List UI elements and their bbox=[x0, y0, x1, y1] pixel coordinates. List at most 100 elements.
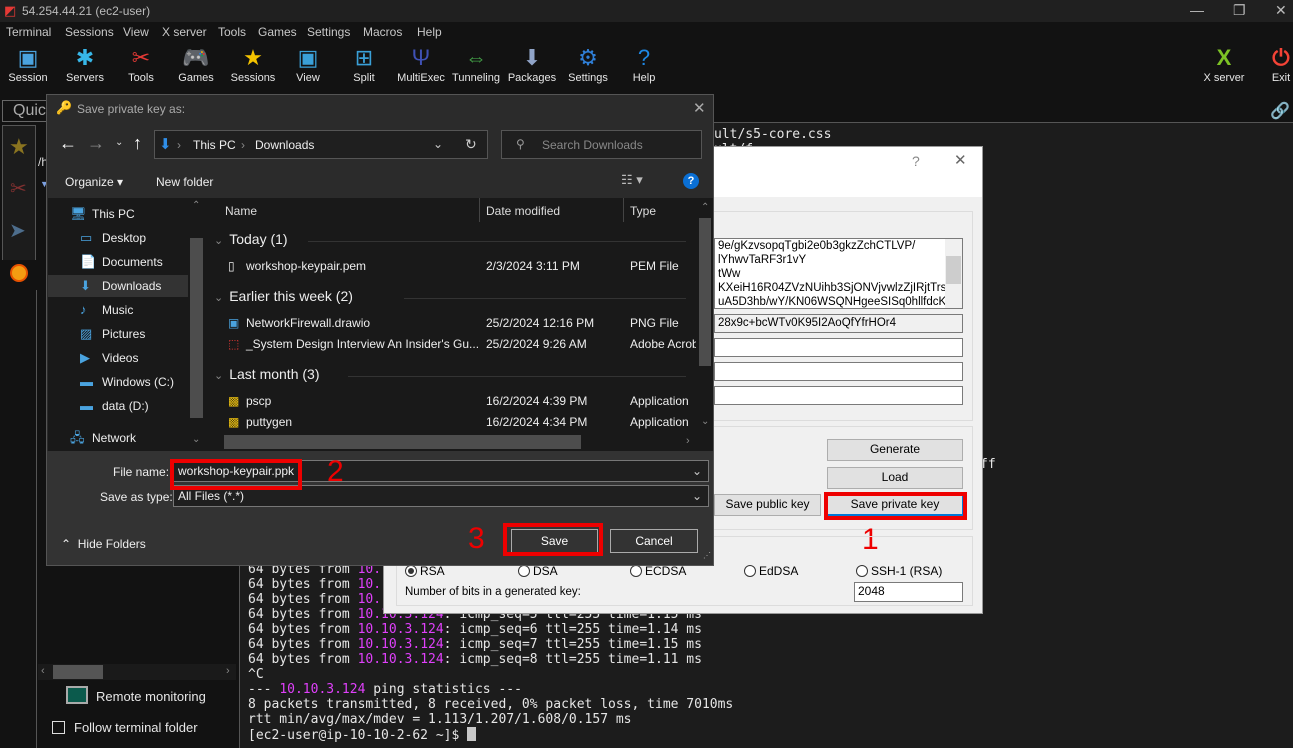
nav-item-downloads[interactable]: ⬇ Downloads bbox=[48, 275, 188, 297]
load-button[interactable]: Load bbox=[827, 467, 963, 489]
forward-button[interactable]: → bbox=[87, 133, 105, 154]
bits-input[interactable]: 2048 bbox=[854, 582, 963, 602]
group-header[interactable]: ⌄ Last month (3) bbox=[214, 366, 319, 382]
key-type-radio-ssh-1-rsa-[interactable]: SSH-1 (RSA) bbox=[856, 564, 942, 578]
resize-grip[interactable]: ⋰ bbox=[703, 551, 711, 560]
horizontal-scrollbar[interactable]: ‹ › bbox=[38, 664, 236, 680]
key-type-radio-eddsa[interactable]: EdDSA bbox=[744, 564, 798, 578]
key-comment-input[interactable] bbox=[714, 338, 963, 357]
recent-locations-button[interactable]: ⌄ bbox=[115, 137, 123, 148]
key-type-radio-ecdsa[interactable]: ECDSA bbox=[630, 564, 686, 578]
menu-terminal[interactable]: Terminal bbox=[6, 25, 51, 39]
toolbar-tunneling-button[interactable]: ⇔ Tunneling bbox=[448, 44, 504, 92]
nav-item-network[interactable]: 🖧 Network bbox=[48, 427, 188, 449]
nav-item-this-pc[interactable]: 🖥 This PC bbox=[48, 203, 188, 225]
attachment-icon[interactable]: 🔗 bbox=[1270, 103, 1290, 119]
menu-sessions[interactable]: Sessions bbox=[65, 25, 114, 39]
minimize-button[interactable]: — bbox=[1190, 2, 1204, 18]
file-list-vertical-scrollbar[interactable]: ⌃ ⌄ bbox=[697, 198, 713, 433]
hide-folders-button[interactable]: ⌃ Hide Folders bbox=[61, 537, 146, 551]
column-date-modified[interactable]: Date modified bbox=[486, 204, 560, 218]
nav-item-data-d-[interactable]: ▬ data (D:) bbox=[48, 395, 188, 417]
column-name[interactable]: Name bbox=[225, 204, 257, 218]
radio-button[interactable] bbox=[856, 565, 868, 577]
menu-macros[interactable]: Macros bbox=[363, 25, 402, 39]
toolbar-exit-button[interactable]: ⏻ Exit bbox=[1253, 44, 1293, 92]
group-header[interactable]: ⌄ Today (1) bbox=[214, 231, 288, 247]
radio-button[interactable] bbox=[518, 565, 530, 577]
key-type-radio-rsa[interactable]: RSA bbox=[405, 564, 445, 578]
new-folder-button[interactable]: New folder bbox=[156, 175, 213, 189]
follow-terminal-folder-checkbox[interactable] bbox=[52, 721, 65, 734]
nav-item-videos[interactable]: ▶ Videos bbox=[48, 347, 188, 369]
menu-settings[interactable]: Settings bbox=[307, 25, 350, 39]
toolbar-split-button[interactable]: ⊞ Split bbox=[336, 44, 392, 92]
toolbar-multiexec-button[interactable]: Ψ MultiExec bbox=[393, 44, 449, 92]
image-file-icon: ▣ bbox=[228, 316, 240, 330]
nav-item-pictures[interactable]: ▨ Pictures bbox=[48, 323, 188, 345]
file-row[interactable]: ⬚ _System Design Interview An Insider's G… bbox=[206, 334, 696, 355]
games-icon: 🎮 bbox=[182, 45, 210, 70]
public-key-textarea[interactable]: 9e/gKzvsopqTgbi2e0b3gkzZchCTLVP/lYhwvTaR… bbox=[714, 238, 963, 309]
menu-help[interactable]: Help bbox=[417, 25, 442, 39]
puttygen-close-button[interactable]: ✕ bbox=[954, 151, 967, 169]
up-button[interactable]: ↑ bbox=[133, 133, 142, 154]
radio-button[interactable] bbox=[405, 565, 417, 577]
fingerprint-field[interactable]: 28x9c+bcWTv0K95I2AoQfYfrHOr4 bbox=[714, 314, 963, 333]
toolbar-x-server-button[interactable]: X X server bbox=[1196, 44, 1252, 92]
confirm-passphrase-input[interactable] bbox=[714, 386, 963, 405]
help-button[interactable]: ? bbox=[912, 153, 920, 169]
back-button[interactable]: ← bbox=[59, 133, 77, 154]
toolbar-settings-button[interactable]: ⚙ Settings bbox=[560, 44, 616, 92]
file-row[interactable]: ▩ pscp 16/2/2024 4:39 PM Application bbox=[206, 391, 696, 412]
save-dialog-close-button[interactable]: ✕ bbox=[693, 99, 706, 117]
nav-scrollbar[interactable]: ⌃ ⌄ bbox=[188, 198, 205, 451]
toolbar-sessions-button[interactable]: ★ Sessions bbox=[225, 44, 281, 92]
toolbar-tools-button[interactable]: ✂ Tools bbox=[113, 44, 169, 92]
toolbar-packages-button[interactable]: ⬇ Packages bbox=[504, 44, 560, 92]
search-input[interactable]: ⚲ Search Downloads bbox=[501, 130, 702, 159]
help-icon[interactable]: ? bbox=[683, 173, 699, 189]
file-list-horizontal-scrollbar[interactable]: › bbox=[206, 433, 713, 451]
toolbar-help-button[interactable]: ? Help bbox=[616, 44, 672, 92]
group-header[interactable]: ⌄ Earlier this week (2) bbox=[214, 288, 353, 304]
breadcrumb-this-pc[interactable]: This PC bbox=[193, 138, 236, 152]
toolbar-view-button[interactable]: ▣ View bbox=[280, 44, 336, 92]
menu-x-server[interactable]: X server bbox=[162, 25, 207, 39]
save-public-key-button[interactable]: Save public key bbox=[714, 494, 821, 516]
passphrase-input[interactable] bbox=[714, 362, 963, 381]
nav-item-documents[interactable]: 📄 Documents bbox=[48, 251, 188, 273]
text: : icmp_seq=6 ttl=255 time=1.14 ms bbox=[443, 622, 702, 637]
column-type[interactable]: Type bbox=[630, 204, 656, 218]
sessions-tab-star-icon[interactable]: ★ bbox=[9, 134, 29, 160]
menu-games[interactable]: Games bbox=[258, 25, 297, 39]
close-button[interactable]: ✕ bbox=[1275, 2, 1287, 19]
radio-button[interactable] bbox=[630, 565, 642, 577]
toolbar-servers-button[interactable]: ✱ Servers bbox=[57, 44, 113, 92]
generate-button[interactable]: Generate bbox=[827, 439, 963, 461]
tools-tab-icon[interactable]: ✂ bbox=[10, 176, 27, 201]
nav-item-windows-c-[interactable]: ▬ Windows (C:) bbox=[48, 371, 188, 393]
remote-monitoring-button[interactable]: Remote monitoring bbox=[96, 689, 206, 704]
organize-button[interactable]: Organize ▾ bbox=[65, 175, 123, 189]
file-row[interactable]: ▣ NetworkFirewall.drawio 25/2/2024 12:16 P… bbox=[206, 313, 696, 334]
address-dropdown-icon[interactable]: ⌄ bbox=[433, 137, 443, 151]
maximize-button[interactable]: ❐ bbox=[1233, 2, 1246, 19]
view-options-icon[interactable]: ☷ ▾ bbox=[621, 172, 643, 188]
menu-tools[interactable]: Tools bbox=[218, 25, 246, 39]
radio-button[interactable] bbox=[744, 565, 756, 577]
nav-item-music[interactable]: ♪ Music bbox=[48, 299, 188, 321]
nav-item-desktop[interactable]: ▭ Desktop bbox=[48, 227, 188, 249]
breadcrumb-downloads[interactable]: Downloads bbox=[255, 138, 314, 152]
address-bar[interactable]: ⬇ › This PC › Downloads ⌄ ↻ bbox=[154, 130, 488, 159]
cancel-button[interactable]: Cancel bbox=[610, 529, 698, 553]
macros-tab-paper-plane-icon[interactable]: ➤ bbox=[9, 218, 26, 243]
toolbar-games-button[interactable]: 🎮 Games bbox=[168, 44, 224, 92]
file-row[interactable]: ▯ workshop-keypair.pem 2/3/2024 3:11 PM PEM… bbox=[206, 256, 696, 277]
file-row[interactable]: ▩ puttygen 16/2/2024 4:34 PM Application bbox=[206, 412, 696, 433]
sftp-tab[interactable] bbox=[2, 260, 36, 296]
refresh-icon[interactable]: ↻ bbox=[465, 136, 477, 153]
key-type-radio-dsa[interactable]: DSA bbox=[518, 564, 558, 578]
toolbar-session-button[interactable]: ▣ Session bbox=[0, 44, 56, 92]
menu-view[interactable]: View bbox=[123, 25, 149, 39]
